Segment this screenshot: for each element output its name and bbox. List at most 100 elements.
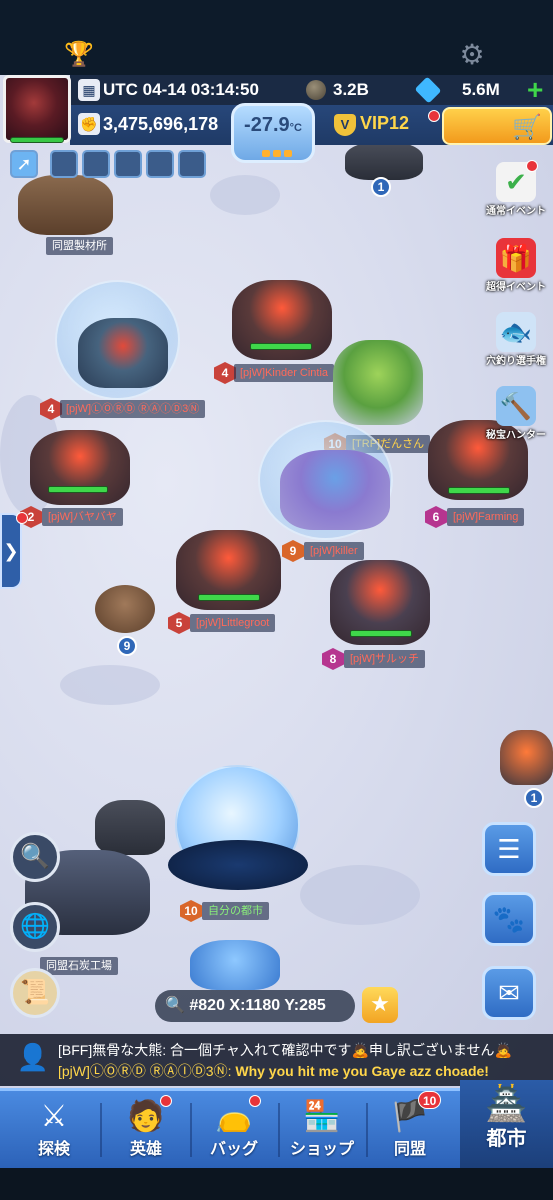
heroes-notification-dot bbox=[160, 1095, 172, 1107]
city-killer[interactable] bbox=[280, 450, 390, 530]
mail-icon[interactable]: ✉ bbox=[482, 966, 536, 1020]
event-notification-dot bbox=[526, 160, 538, 172]
temperature-gauge[interactable]: -27.9°C bbox=[231, 103, 315, 163]
event-label: 通常イベント bbox=[486, 206, 546, 217]
coal-factory-label: 同盟石炭工場 bbox=[40, 957, 118, 975]
user-icon: 👤 bbox=[16, 1042, 50, 1072]
alliance-sawmill[interactable] bbox=[18, 175, 113, 235]
health-bar bbox=[48, 486, 108, 493]
health-bar bbox=[198, 594, 260, 601]
hero-buff-icon[interactable] bbox=[82, 150, 110, 178]
fish-icon: 🐟 bbox=[496, 312, 536, 352]
vip-notification-dot bbox=[428, 110, 440, 122]
scroll-icon[interactable]: 📜 bbox=[10, 968, 60, 1018]
chat-message-2: [pjW]ⓁⓄⓇⒹ ⓇⒶⒾⒹ3Ⓝ: Why you hit me you Gay… bbox=[58, 1063, 489, 1079]
bag-notification-dot bbox=[249, 1095, 261, 1107]
paw-icon[interactable]: 🐾 bbox=[482, 892, 536, 946]
search-icon[interactable]: 🔍 bbox=[10, 832, 60, 882]
hero-buff-icon[interactable] bbox=[146, 150, 174, 178]
nav-heroes[interactable]: 🧑 英雄 bbox=[100, 1091, 192, 1169]
nav-label: 都市 bbox=[486, 1128, 527, 1150]
city-name-label: [pjW]ⓁⓄⓇⒹ ⓇⒶⒾⒹ3Ⓝ bbox=[60, 400, 206, 418]
hero-buff-icon[interactable] bbox=[178, 150, 206, 178]
coordinate-readout[interactable]: 🔍 #820 X:1180 Y:285 bbox=[155, 990, 355, 1022]
snow-drift bbox=[300, 865, 420, 925]
city-dansan[interactable] bbox=[333, 340, 423, 425]
gift-icon: 🎁 bbox=[496, 238, 536, 278]
coal-icon bbox=[306, 80, 326, 100]
city-name-label: [pjW]バヤバヤ bbox=[42, 508, 123, 526]
nav-bag[interactable]: 👝 バッグ bbox=[188, 1091, 280, 1169]
city-name-label: [pjW]Farming bbox=[447, 508, 525, 526]
event-label: 穴釣り選手権 bbox=[486, 356, 546, 367]
temperature-value: -27.9°C bbox=[244, 114, 302, 136]
gear-icon[interactable]: ⚙ bbox=[456, 40, 488, 72]
snow-drift bbox=[60, 665, 160, 705]
nav-shop[interactable]: 🏪 ショップ bbox=[276, 1091, 368, 1169]
event-label: 秘宝ハンター bbox=[486, 430, 546, 441]
snow-drift bbox=[210, 175, 280, 215]
hero-face-icon: 🧑 bbox=[127, 1100, 165, 1133]
bookmark-star-button[interactable]: ★ bbox=[362, 987, 398, 1023]
side-panel-notification-dot bbox=[16, 512, 28, 524]
gem-count: 5.6M bbox=[462, 80, 500, 99]
arrow-up-icon[interactable]: ➚ bbox=[10, 150, 38, 178]
event-super-value[interactable]: 🎁 超得イベント bbox=[486, 238, 546, 294]
outpost[interactable] bbox=[500, 730, 553, 785]
vip-level[interactable]: VIP12 bbox=[360, 113, 409, 134]
vip-shield-icon: V bbox=[334, 114, 356, 136]
own-city-label: 自分の都市 bbox=[202, 902, 269, 920]
nav-city[interactable]: 🏯 都市 bbox=[460, 1080, 553, 1168]
globe-icon[interactable]: 🌐 bbox=[10, 902, 60, 952]
chat-message-1: [BFF]無骨な大熊: 合一個チャ入れて確認中です🙇申し訳ございません🙇 bbox=[58, 1042, 512, 1058]
player-avatar[interactable] bbox=[3, 75, 71, 143]
sawmill-label: 同盟製材所 bbox=[46, 237, 113, 255]
alliance-badge: 10 bbox=[418, 1091, 442, 1109]
city-name-label: [pjW]killer bbox=[304, 542, 364, 560]
event-label: 超得イベント bbox=[486, 282, 546, 293]
avatar-stamina-bar bbox=[10, 137, 64, 143]
own-city[interactable] bbox=[168, 840, 308, 890]
hero-buff-icon[interactable] bbox=[114, 150, 142, 178]
city-lord-raid3n[interactable] bbox=[78, 318, 168, 388]
outpost[interactable] bbox=[95, 800, 165, 855]
city-gate-icon: 🏯 bbox=[485, 1085, 528, 1123]
menu-icon[interactable]: ☰ bbox=[482, 822, 536, 876]
trophy-icon[interactable]: 🏆 bbox=[64, 40, 94, 70]
shop-icon: 🏪 bbox=[303, 1100, 341, 1133]
power-fist-icon: ✊ bbox=[78, 113, 100, 135]
nav-label: バッグ bbox=[209, 1141, 258, 1158]
server-time: UTC 04-14 03:14:50 bbox=[103, 80, 259, 99]
event-ice-fishing[interactable]: 🐟 穴釣り選手権 bbox=[486, 312, 546, 368]
nav-explore[interactable]: ⚔ 探検 bbox=[8, 1091, 100, 1169]
nav-alliance[interactable]: 🏴 同盟 bbox=[364, 1091, 456, 1169]
outpost-level-badge: 1 bbox=[371, 177, 391, 197]
city-name-label: [pjW]サルッチ bbox=[344, 650, 426, 668]
city-name-label: [pjW]Kinder Cintia bbox=[234, 364, 335, 382]
system-bar bbox=[0, 1168, 553, 1200]
chat-preview[interactable]: 👤 [BFF]無骨な大熊: 合一個チャ入れて確認中です🙇申し訳ございません🙇 [… bbox=[0, 1034, 553, 1086]
outpost[interactable] bbox=[345, 142, 423, 180]
side-panel-toggle[interactable]: ❯ bbox=[0, 513, 22, 589]
event-treasure-hunter[interactable]: 🔨 秘宝ハンター bbox=[486, 386, 546, 442]
hero-buff-icon[interactable] bbox=[50, 150, 78, 178]
power-value: 3,475,696,178 bbox=[103, 114, 219, 134]
beast-monster[interactable] bbox=[95, 585, 155, 633]
outpost-level-badge: 1 bbox=[524, 788, 544, 808]
crossed-swords-icon: ⚔ bbox=[40, 1100, 68, 1133]
furnace-level-bars bbox=[262, 150, 292, 157]
bag-icon: 👝 bbox=[215, 1100, 253, 1133]
nav-label: ショップ bbox=[289, 1141, 354, 1158]
add-gems-button[interactable]: + bbox=[527, 74, 543, 106]
nav-label: 英雄 bbox=[129, 1141, 162, 1158]
store-button[interactable]: 🛒 bbox=[442, 107, 552, 145]
beast-level-badge: 9 bbox=[117, 636, 137, 656]
frost-building[interactable] bbox=[190, 940, 280, 990]
city-bayabaya[interactable] bbox=[30, 430, 130, 505]
city-name-label: [pjW]Littlegroot bbox=[190, 614, 276, 632]
hammer-icon: 🔨 bbox=[496, 386, 536, 426]
nav-label: 同盟 bbox=[393, 1141, 426, 1158]
health-bar bbox=[250, 343, 312, 350]
nav-label: 探検 bbox=[37, 1141, 70, 1158]
alliance-banner-icon: 🏴 bbox=[391, 1100, 429, 1133]
